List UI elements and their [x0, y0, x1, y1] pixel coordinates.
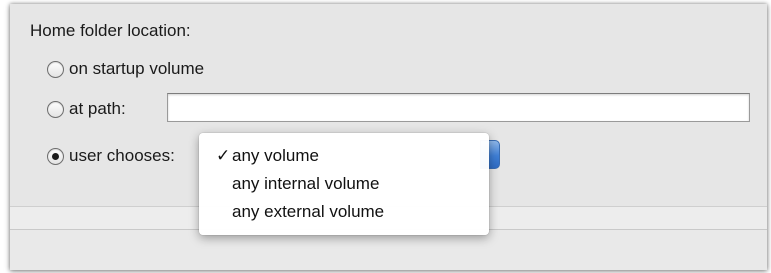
radio-label-at-path: at path: — [69, 99, 126, 118]
radio-label-startup-volume: on startup volume — [69, 59, 205, 78]
menu-item-label: any volume — [232, 146, 319, 165]
checkmark-icon: ✓ — [216, 146, 231, 165]
radio-button-icon[interactable] — [47, 100, 64, 118]
radio-option-startup-volume[interactable]: on startup volume — [47, 59, 204, 79]
panel-footer — [10, 230, 767, 270]
menu-item-any-internal-volume[interactable]: any internal volume — [199, 170, 489, 198]
menu-item-any-external-volume[interactable]: any external volume — [199, 198, 489, 226]
menu-item-label: any external volume — [232, 202, 385, 221]
radio-option-user-chooses[interactable]: user chooses: — [47, 146, 175, 166]
screenshot-stage: Home folder location: on startup volume … — [0, 0, 771, 273]
volume-dropdown-menu: ✓ any volume any internal volume any ext… — [199, 133, 489, 235]
radio-label-user-chooses: user chooses: — [69, 146, 175, 165]
menu-item-any-volume[interactable]: ✓ any volume — [199, 142, 489, 170]
radio-button-icon[interactable] — [47, 60, 64, 78]
path-input[interactable] — [167, 93, 750, 122]
radio-button-selected-icon[interactable] — [47, 147, 64, 165]
home-folder-location-label: Home folder location: — [30, 21, 191, 40]
menu-item-label: any internal volume — [232, 174, 380, 193]
preferences-panel: Home folder location: on startup volume … — [10, 4, 767, 270]
radio-option-at-path[interactable]: at path: — [47, 99, 126, 119]
